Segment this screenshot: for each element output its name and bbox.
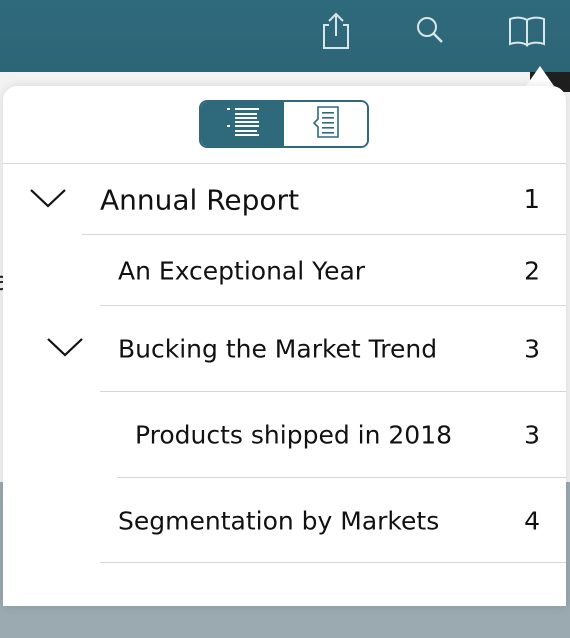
search-button[interactable] [406, 10, 456, 56]
toc-item-segmentation-by-markets[interactable]: Segmentation by Markets 4 [3, 478, 566, 563]
toc-item-label: Segmentation by Markets [118, 506, 440, 535]
toc-item-products-shipped-in-2018[interactable]: Products shipped in 2018 3 [3, 392, 566, 478]
toc-item-page-number: 2 [524, 256, 540, 285]
toc-item-bucking-the-market-trend[interactable]: Bucking the Market Trend 3 [3, 306, 566, 392]
toc-popover: Annual Report 1 An Exceptional Year 2 Bu… [3, 86, 566, 606]
segment-annotations[interactable] [284, 102, 367, 146]
segment-table-of-contents[interactable] [201, 102, 284, 146]
list-icon [225, 105, 261, 143]
book-icon [506, 14, 548, 52]
chevron-down-icon[interactable] [29, 187, 67, 213]
toc-item-label: Bucking the Market Trend [118, 334, 438, 364]
document-text-icon [311, 105, 341, 143]
toc-item-label: Products shipped in 2018 [135, 420, 453, 450]
share-icon [317, 11, 355, 55]
toc-item-page-number: 3 [524, 334, 540, 364]
toc-item-annual-report[interactable]: Annual Report 1 [3, 164, 566, 235]
search-icon [414, 14, 448, 52]
toc-item-label: An Exceptional Year [118, 256, 366, 285]
toc-item-page-number: 4 [524, 506, 540, 535]
toc-item-page-number: 1 [523, 184, 540, 215]
share-button[interactable] [311, 10, 361, 56]
view-mode-segmented-control [199, 100, 369, 148]
top-toolbar [0, 0, 570, 72]
toc-item-label: Annual Report [100, 183, 300, 216]
popover-arrow [526, 66, 554, 86]
toc-item-an-exceptional-year[interactable]: An Exceptional Year 2 [3, 235, 566, 306]
row-divider [100, 562, 566, 563]
chevron-down-icon[interactable] [46, 336, 84, 362]
toc-item-page-number: 3 [524, 420, 540, 450]
table-of-contents-button[interactable] [502, 10, 552, 56]
